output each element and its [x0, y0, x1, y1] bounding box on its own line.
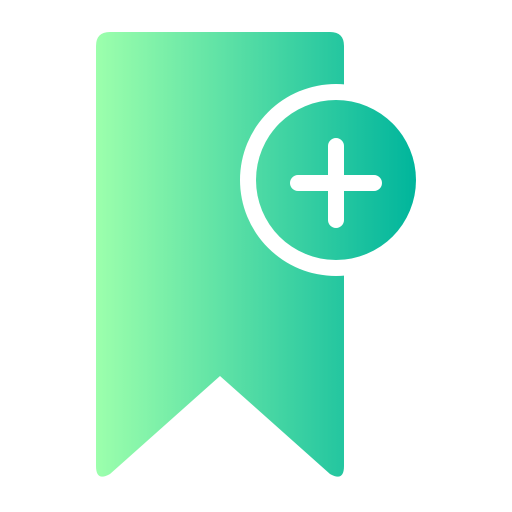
icon-canvas	[0, 0, 512, 512]
bookmark-add-icon	[96, 32, 432, 477]
